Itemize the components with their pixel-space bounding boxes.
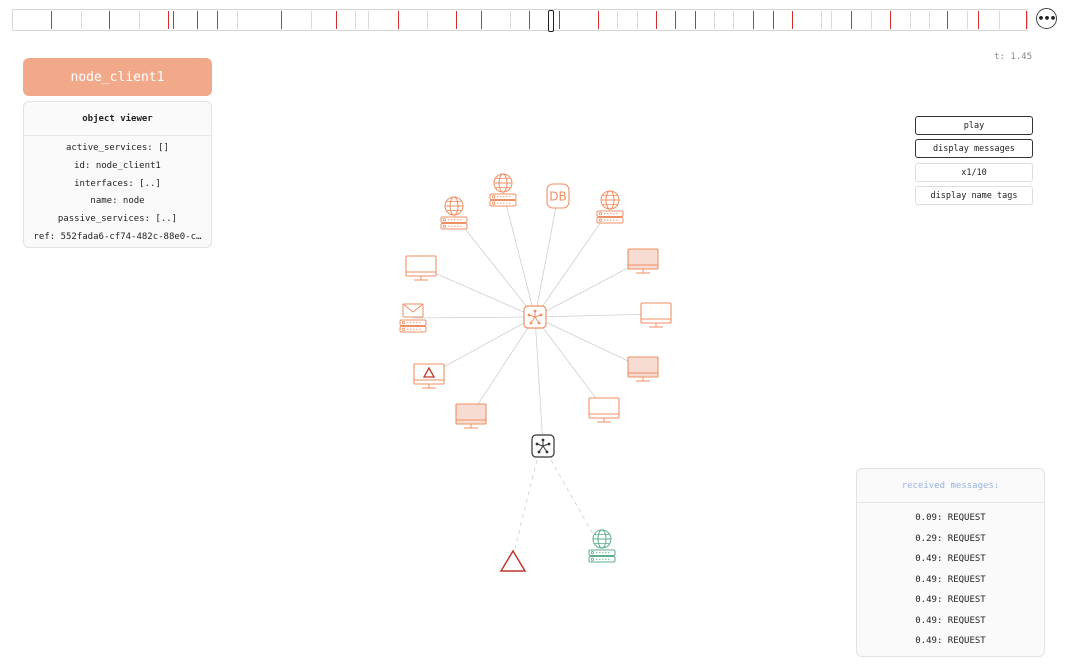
graph-edge-dashed: [550, 459, 595, 537]
monitor-icon[interactable]: [405, 255, 437, 281]
graph-edge: [420, 266, 536, 318]
web-server-icon[interactable]: [596, 190, 624, 224]
database-label: DB: [549, 190, 566, 204]
web-server-icon[interactable]: [440, 196, 468, 230]
monitor-icon[interactable]: [588, 397, 620, 423]
monitor-icon[interactable]: [627, 356, 659, 382]
graph-edge: [470, 316, 536, 416]
graph-edge-dashed: [514, 459, 538, 549]
graph-edge: [502, 191, 536, 318]
graph-edge: [534, 313, 657, 318]
web-server-icon[interactable]: [588, 529, 616, 563]
monitor-icon[interactable]: [627, 248, 659, 274]
hub-icon[interactable]: [531, 434, 555, 458]
graph-edge: [534, 208, 611, 318]
graph-edge: [534, 316, 605, 410]
web-server-icon[interactable]: [489, 173, 517, 207]
graph-edge: [412, 316, 536, 319]
graph-edge: [428, 316, 536, 376]
monitor-icon[interactable]: [455, 403, 487, 429]
graph-edge: [534, 195, 559, 318]
graph-edge: [453, 214, 536, 318]
monitor-alert-icon[interactable]: [413, 363, 445, 389]
warning-triangle-icon[interactable]: [499, 549, 527, 572]
database-icon[interactable]: DB: [546, 183, 570, 209]
monitor-icon[interactable]: [640, 302, 672, 328]
graph-edge: [534, 316, 544, 447]
graph-edges: [412, 191, 657, 549]
graph-edge: [534, 316, 644, 369]
graph-edge: [534, 259, 644, 318]
network-graph: DB: [399, 173, 672, 572]
hub-icon[interactable]: [523, 305, 547, 329]
